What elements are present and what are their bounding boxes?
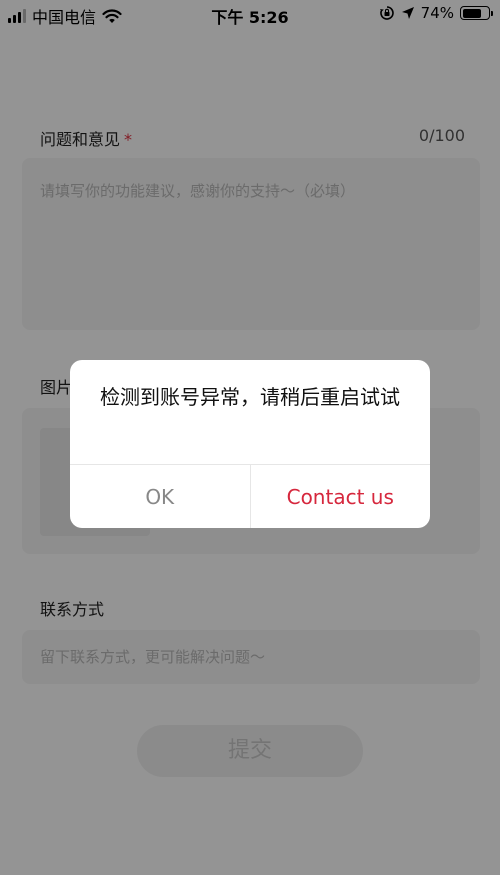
contact-us-button[interactable]: Contact us xyxy=(251,465,431,528)
dialog-message: 检测到账号异常，请稍后重启试试 xyxy=(100,385,400,409)
alert-dialog: 检测到账号异常，请稍后重启试试 OK Contact us xyxy=(70,360,430,528)
ok-button[interactable]: OK xyxy=(70,465,251,528)
dialog-actions: OK Contact us xyxy=(70,464,430,528)
